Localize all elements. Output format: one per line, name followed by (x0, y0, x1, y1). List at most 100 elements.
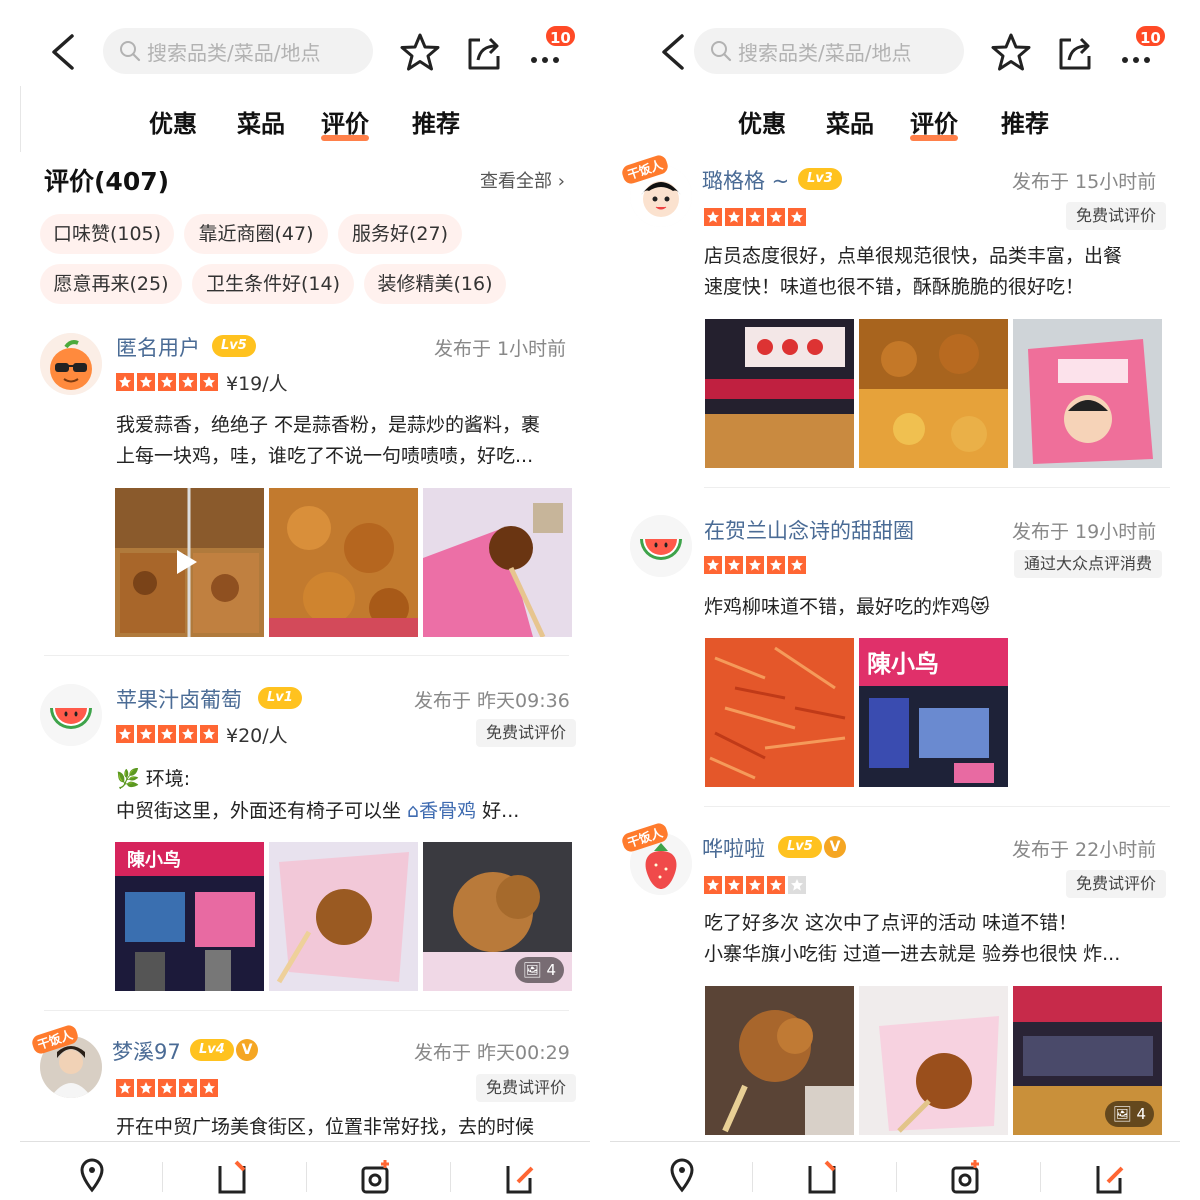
review-text-line[interactable]: 🌿 环境: (116, 764, 576, 795)
share-button[interactable] (464, 32, 504, 72)
write-review-icon[interactable] (1094, 1156, 1126, 1196)
search-placeholder: 搜索品类/菜品/地点 (147, 40, 321, 65)
star-icon (788, 556, 806, 574)
tag-chip[interactable]: 口味赞(105) (40, 214, 174, 254)
tab-label: 菜品 (826, 110, 874, 138)
image-icon: 🖼 (522, 961, 542, 979)
review-photo[interactable]: 🖼 4 (1013, 986, 1162, 1135)
dish-mention-link[interactable]: ⌂香骨鸡 (407, 800, 476, 822)
back-arrow-icon (662, 34, 684, 70)
review-photo[interactable]: 陳小鸟 (115, 842, 264, 991)
checkin-icon[interactable] (216, 1156, 248, 1196)
tab-reviews[interactable]: 评价 (910, 104, 958, 141)
star-icon (767, 556, 785, 574)
review-text-line[interactable]: 中贸街这里，外面还有椅子可以坐 ⌂香骨鸡 好... (116, 796, 576, 827)
tab-offers[interactable]: 优惠 (149, 104, 197, 139)
star-icon (767, 208, 785, 226)
favorite-button[interactable] (400, 32, 440, 72)
review-text-line[interactable]: 吃了好多次 这次中了点评的活动 味道不错！ (704, 908, 1174, 939)
post-time: 发布于 昨天00:29 (414, 1042, 570, 1064)
tag-chip[interactable]: 靠近商圈(47) (184, 214, 328, 254)
notification-badge: 10 (1134, 24, 1167, 48)
tab-label: 评价 (910, 110, 958, 138)
camera-add-icon[interactable] (950, 1156, 982, 1196)
search-input[interactable]: 搜索品类/菜品/地点 (103, 28, 373, 74)
tag-chip[interactable]: 服务好(27) (338, 214, 462, 254)
bar-divider (306, 1162, 307, 1192)
bar-divider (450, 1162, 451, 1192)
review-text-line[interactable]: 小寨华旗小吃街 过道一进去就是 验券也很快 炸... (704, 939, 1174, 970)
avatar[interactable] (40, 333, 102, 395)
reviews-title: 评价(407) (44, 167, 170, 196)
review-photo[interactable] (705, 638, 854, 787)
left-screen: 搜索品类/菜品/地点 10 优惠 菜品 评价 推荐 评价(407) 查看全部 ›… (0, 0, 590, 1200)
level-badge: Lv4 (190, 1039, 234, 1061)
photo-count: 🖼 4 (1104, 1101, 1154, 1127)
review-photo[interactable] (859, 319, 1008, 468)
review-photo[interactable] (269, 842, 418, 991)
tag-chip[interactable]: 愿意再来(25) (40, 264, 182, 304)
back-button[interactable] (652, 30, 692, 74)
review-photo[interactable] (859, 986, 1008, 1135)
username[interactable]: 苹果汁卤葡萄 (116, 684, 242, 714)
tab-label: 优惠 (738, 110, 786, 138)
tab-reviews[interactable]: 评价 (321, 104, 369, 141)
review-photo[interactable] (423, 488, 572, 637)
tag-chip[interactable]: 装修精美(16) (364, 264, 506, 304)
tab-dishes[interactable]: 菜品 (826, 104, 874, 139)
tab-recommend[interactable]: 推荐 (412, 104, 460, 139)
write-review-icon[interactable] (504, 1156, 536, 1196)
review-text-line[interactable]: 速度快！味道也很不错，酥酥脆脆的很好吃！ (704, 272, 1174, 303)
star-icon (704, 876, 722, 894)
review-photo[interactable] (705, 319, 854, 468)
review-text-line[interactable]: 上每一块鸡，哇，谁吃了不说一句啧啧啧，好吃... (116, 441, 576, 472)
avatar[interactable] (40, 684, 102, 746)
star-icon (179, 725, 197, 743)
play-icon[interactable] (177, 550, 197, 574)
image-icon: 🖼 (1112, 1105, 1132, 1123)
view-all-link[interactable]: 查看全部 › (480, 167, 565, 193)
star-outline-icon (400, 33, 440, 71)
username[interactable]: 璐格格 ~ (702, 165, 789, 195)
back-button[interactable] (42, 30, 82, 74)
username[interactable]: 哗啦啦 (702, 833, 765, 863)
view-all-label: 查看全部 (480, 171, 552, 192)
tab-dishes[interactable]: 菜品 (237, 104, 285, 139)
tab-offers[interactable]: 优惠 (738, 104, 786, 139)
review-text-line[interactable]: 炸鸡柳味道不错，最好吃的炸鸡😻 (704, 592, 1174, 623)
review-photo[interactable] (1013, 319, 1162, 468)
tab-label: 评价 (321, 110, 369, 138)
share-button[interactable] (1055, 32, 1095, 72)
review-text-line[interactable]: 开在中贸广场美食街区，位置非常好找，去的时候 (116, 1112, 576, 1143)
share-icon (468, 37, 500, 70)
divider (44, 1010, 569, 1011)
review-photo[interactable]: 陳小鸟 (859, 638, 1008, 787)
review-photo[interactable]: 🖼 4 (423, 842, 572, 991)
review-photo[interactable] (705, 986, 854, 1135)
review-photo[interactable] (269, 488, 418, 637)
username[interactable]: 在贺兰山念诗的甜甜圈 (704, 515, 914, 545)
post-time: 发布于 昨天09:36 (414, 690, 570, 712)
star-icon (767, 876, 785, 894)
username[interactable]: 匿名用户 (116, 332, 200, 362)
notification-badge: 10 (544, 24, 577, 48)
review-text-line[interactable]: 店员态度很好，点单很规范很快，品类丰富，出餐 (704, 241, 1174, 272)
top-bar: 搜索品类/菜品/地点 10 (610, 20, 1200, 84)
level-badge: Lv5 (212, 335, 256, 357)
location-pin-icon[interactable] (666, 1156, 698, 1196)
star-icon (725, 556, 743, 574)
search-input[interactable]: 搜索品类/菜品/地点 (694, 28, 964, 74)
tag-chip[interactable]: 卫生条件好(14) (192, 264, 354, 304)
review-text-line[interactable]: 我爱蒜香，绝绝子 不是蒜香粉，是蒜炒的酱料，裹 (116, 410, 576, 441)
username[interactable]: 梦溪97 (112, 1036, 181, 1066)
star-icon (704, 208, 722, 226)
tab-label: 推荐 (1001, 110, 1049, 138)
favorite-button[interactable] (991, 32, 1031, 72)
tab-label: 菜品 (237, 110, 285, 138)
location-pin-icon[interactable] (76, 1156, 108, 1196)
camera-add-icon[interactable] (360, 1156, 392, 1196)
checkin-icon[interactable] (806, 1156, 838, 1196)
tab-recommend[interactable]: 推荐 (1001, 104, 1049, 139)
avatar[interactable] (630, 515, 692, 577)
review-video[interactable] (115, 488, 264, 637)
